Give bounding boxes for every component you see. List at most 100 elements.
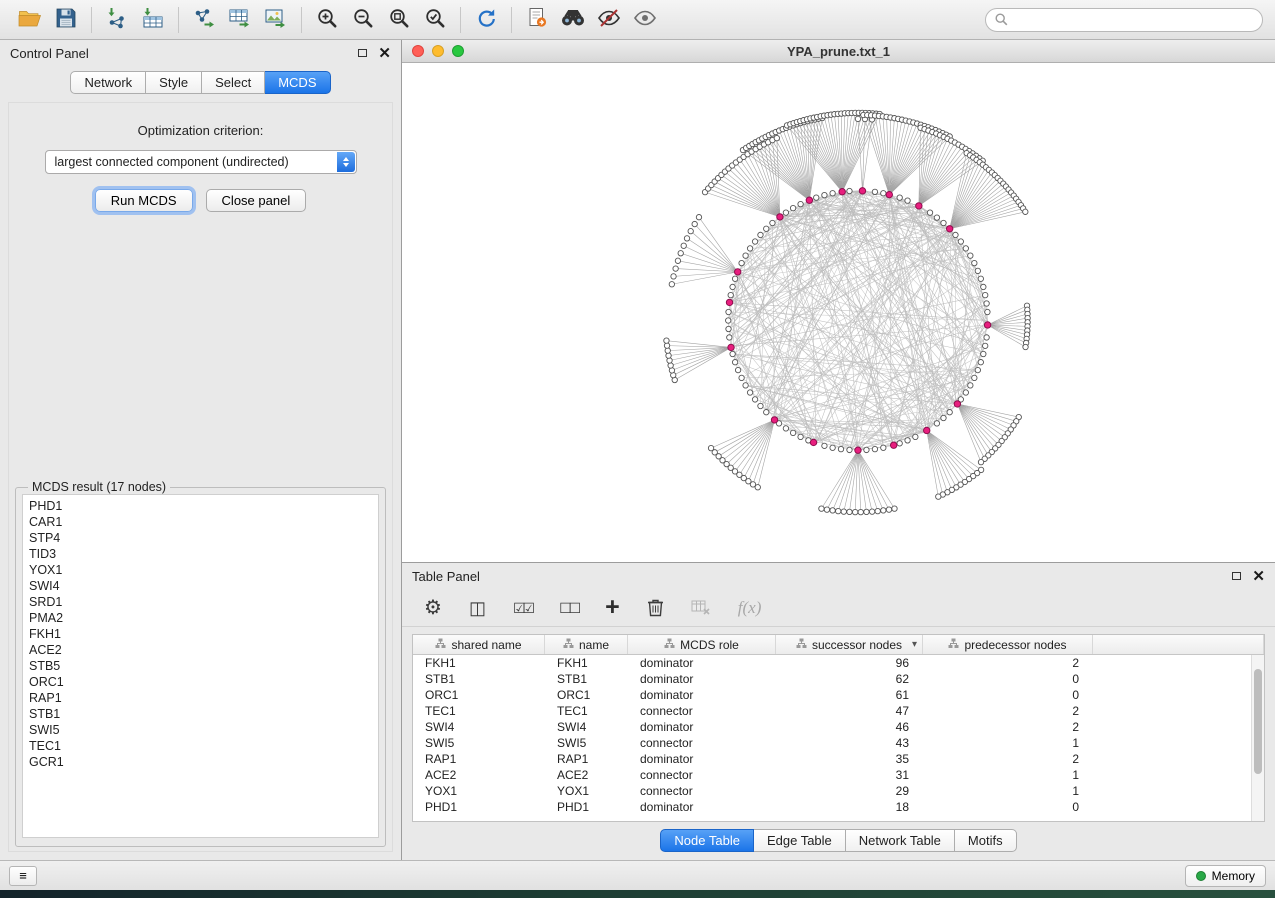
table-tab-network-table[interactable]: Network Table <box>846 829 955 852</box>
mcds-node-item[interactable]: STB5 <box>29 658 378 674</box>
mcds-node-item[interactable]: CAR1 <box>29 514 378 530</box>
tab-network[interactable]: Network <box>70 71 146 94</box>
run-mcds-button[interactable]: Run MCDS <box>95 189 193 212</box>
mcds-node-item[interactable]: STP4 <box>29 530 378 546</box>
table-cell: dominator <box>628 688 776 702</box>
open-session-button[interactable] <box>12 5 48 35</box>
zoom-out-button[interactable] <box>345 5 381 35</box>
window-minimize-button[interactable] <box>432 45 444 57</box>
mcds-node-item[interactable]: PHD1 <box>29 498 378 514</box>
column-header-name[interactable]: name <box>545 635 628 654</box>
table-cell: SWI4 <box>545 720 628 734</box>
mcds-node-item[interactable]: SWI4 <box>29 578 378 594</box>
network-window-title: YPA_prune.txt_1 <box>402 44 1275 59</box>
table-scrollbar[interactable] <box>1251 655 1264 821</box>
share-clipboard-icon <box>526 7 548 32</box>
tab-mcds[interactable]: MCDS <box>265 71 330 94</box>
table-settings-icon[interactable]: ⚙ <box>424 598 442 618</box>
open-session-icon <box>18 7 42 32</box>
window-zoom-button[interactable] <box>452 45 464 57</box>
add-column-icon[interactable]: + <box>605 595 620 620</box>
mcds-node-item[interactable]: SWI5 <box>29 722 378 738</box>
sort-chevron-icon[interactable]: ▾ <box>912 639 917 650</box>
delete-table-icon[interactable] <box>691 600 711 616</box>
table-toolbar: ⚙ ◫ ☑☑ ☐☐ + f(x) <box>402 589 1275 627</box>
criterion-dropdown[interactable]: largest connected component (undirected) <box>45 150 357 174</box>
function-builder-icon[interactable]: f(x) <box>738 599 762 616</box>
table-cell: 2 <box>923 656 1093 670</box>
refresh-view-button[interactable] <box>468 5 504 35</box>
table-tab-edge-table[interactable]: Edge Table <box>754 829 846 852</box>
export-image-button[interactable] <box>258 5 294 35</box>
deselect-all-rows-icon[interactable]: ☐☐ <box>559 601 578 615</box>
close-panel-button[interactable]: Close panel <box>206 189 307 212</box>
hide-overlay-button[interactable] <box>591 5 627 35</box>
table-cell: 47 <box>776 704 923 718</box>
table-cell: RAP1 <box>413 752 545 766</box>
table-row[interactable]: SWI4SWI4dominator462 <box>413 719 1264 735</box>
mcds-node-item[interactable]: FKH1 <box>29 626 378 642</box>
show-overlay-button[interactable] <box>627 5 663 35</box>
table-row[interactable]: YOX1YOX1connector291 <box>413 783 1264 799</box>
mcds-node-item[interactable]: STB1 <box>29 706 378 722</box>
tab-style[interactable]: Style <box>146 71 202 94</box>
table-cell: 1 <box>923 768 1093 782</box>
main-toolbar-icons <box>12 5 663 35</box>
window-close-button[interactable] <box>412 45 424 57</box>
table-row[interactable]: TEC1TEC1connector472 <box>413 703 1264 719</box>
table-row[interactable]: FKH1FKH1dominator962 <box>413 655 1264 671</box>
scrollbar-thumb[interactable] <box>1254 669 1262 774</box>
mcds-node-item[interactable]: TID3 <box>29 546 378 562</box>
search-box[interactable] <box>985 8 1263 32</box>
search-network-button[interactable] <box>555 5 591 35</box>
table-row[interactable]: SWI5SWI5connector431 <box>413 735 1264 751</box>
mcds-node-item[interactable]: YOX1 <box>29 562 378 578</box>
column-header-shared-name[interactable]: shared name <box>413 635 545 654</box>
mcds-node-item[interactable]: ORC1 <box>29 674 378 690</box>
status-menu-button[interactable]: ≡ <box>9 866 37 886</box>
select-all-rows-icon[interactable]: ☑☑ <box>513 601 532 615</box>
mcds-node-item[interactable]: RAP1 <box>29 690 378 706</box>
zoom-in-button[interactable] <box>309 5 345 35</box>
export-network-icon <box>192 7 216 32</box>
export-network-button[interactable] <box>186 5 222 35</box>
mcds-node-item[interactable]: GCR1 <box>29 754 378 770</box>
table-tab-motifs[interactable]: Motifs <box>955 829 1017 852</box>
share-clipboard-button[interactable] <box>519 5 555 35</box>
column-header-predecessor-nodes[interactable]: predecessor nodes <box>923 635 1093 654</box>
mcds-node-item[interactable]: TEC1 <box>29 738 378 754</box>
network-graph[interactable] <box>402 63 1275 562</box>
float-panel-icon[interactable] <box>358 49 367 57</box>
import-table-button[interactable] <box>135 5 171 35</box>
close-table-panel-icon[interactable]: ✕ <box>1252 569 1265 584</box>
table-cell: 2 <box>923 720 1093 734</box>
memory-button[interactable]: Memory <box>1185 865 1266 887</box>
table-panel-header: Table Panel ✕ <box>402 563 1275 589</box>
import-network-button[interactable] <box>99 5 135 35</box>
column-header-mcds-role[interactable]: MCDS role <box>628 635 776 654</box>
mcds-result-list[interactable]: PHD1CAR1STP4TID3YOX1SWI4SRD1PMA2FKH1ACE2… <box>22 494 379 838</box>
table-cell: FKH1 <box>545 656 628 670</box>
table-row[interactable]: RAP1RAP1dominator352 <box>413 751 1264 767</box>
column-header-successor-nodes[interactable]: successor nodes▾ <box>776 635 923 654</box>
zoom-selected-button[interactable] <box>417 5 453 35</box>
toggle-columns-icon[interactable]: ◫ <box>469 599 486 617</box>
mcds-node-item[interactable]: PMA2 <box>29 610 378 626</box>
delete-column-icon[interactable] <box>647 598 664 617</box>
table-cell: TEC1 <box>413 704 545 718</box>
table-row[interactable]: PHD1PHD1dominator180 <box>413 799 1264 815</box>
save-session-button[interactable] <box>48 5 84 35</box>
close-panel-icon[interactable]: ✕ <box>378 46 391 61</box>
table-row[interactable]: STB1STB1dominator620 <box>413 671 1264 687</box>
table-row[interactable]: ORC1ORC1dominator610 <box>413 687 1264 703</box>
float-table-panel-icon[interactable] <box>1232 572 1241 580</box>
table-row[interactable]: ACE2ACE2connector311 <box>413 767 1264 783</box>
mcds-node-item[interactable]: ACE2 <box>29 642 378 658</box>
zoom-fit-button[interactable] <box>381 5 417 35</box>
export-table-button[interactable] <box>222 5 258 35</box>
toolbar-search-input[interactable] <box>1014 12 1253 28</box>
tab-select[interactable]: Select <box>202 71 265 94</box>
table-tab-node-table[interactable]: Node Table <box>660 829 754 852</box>
mcds-node-item[interactable]: SRD1 <box>29 594 378 610</box>
table-cell: 61 <box>776 688 923 702</box>
